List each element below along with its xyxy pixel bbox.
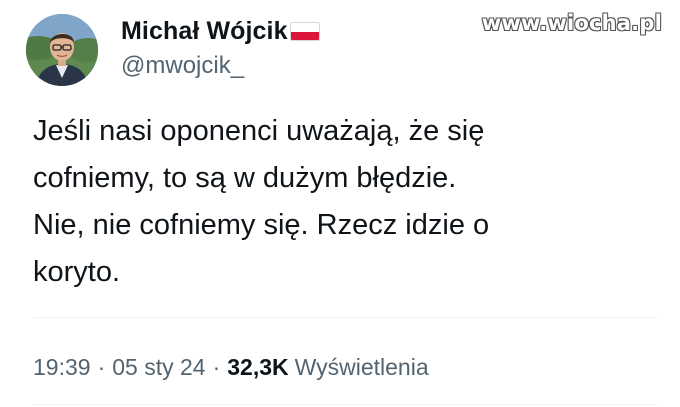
tweet-text-line: Jeśli nasi oponenci uważają, że się [33, 115, 485, 147]
author-handle[interactable]: @mwojcik_ [121, 52, 244, 80]
poland-flag-icon [289, 22, 320, 41]
tweet-meta: 19:39 · 05 sty 24 · 32,3K Wyświetlenia [33, 350, 429, 384]
tweet-date[interactable]: 05 sty 24 [112, 354, 205, 381]
avatar[interactable] [26, 14, 98, 86]
tweet-time[interactable]: 19:39 [33, 354, 91, 381]
tweet-card: Michał Wójcik @mwojcik_ www.wiocha.pl Je… [0, 0, 680, 407]
divider [33, 317, 657, 318]
author-name-row: Michał Wójcik [121, 14, 320, 48]
tweet-text-line: cofniemy, to są w dużym błędzie. [33, 162, 457, 194]
tweet-text: Jeśli nasi oponenci uważają, że się cofn… [33, 108, 653, 296]
bottom-divider [33, 404, 657, 405]
views-count[interactable]: 32,3K [227, 354, 288, 381]
meta-separator: · [212, 353, 221, 380]
views-label: Wyświetlenia [294, 353, 429, 380]
profile-photo-icon [26, 14, 98, 86]
tweet-text-line: Nie, nie cofniemy się. Rzecz idzie o [33, 209, 490, 241]
watermark: www.wiocha.pl [481, 11, 662, 35]
tweet-text-line: koryto. [33, 256, 121, 288]
meta-separator: · [97, 353, 106, 380]
author-display-name[interactable]: Michał Wójcik [121, 17, 288, 46]
